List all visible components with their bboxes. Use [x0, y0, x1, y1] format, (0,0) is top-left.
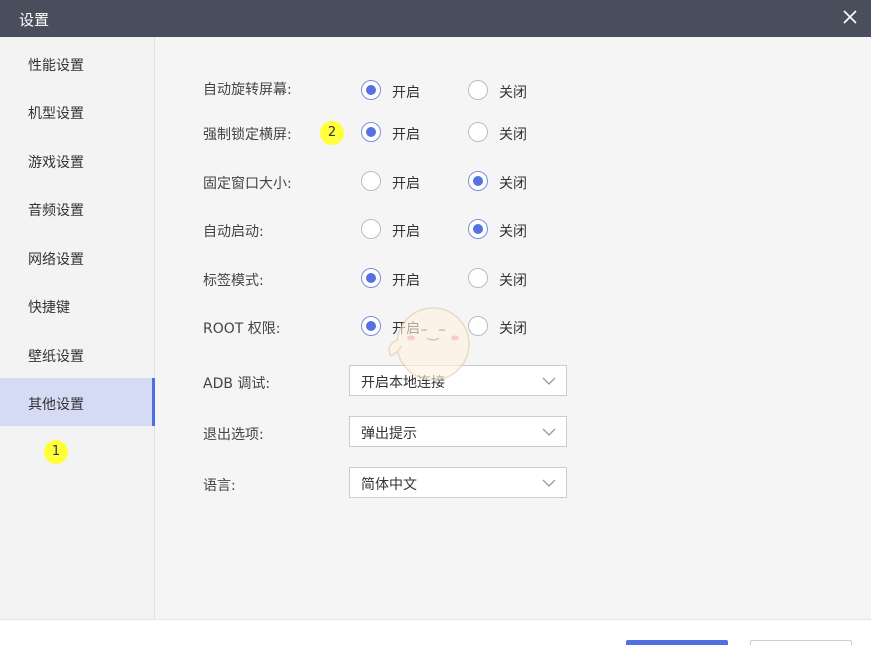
sidebar-item-game[interactable]: 游戏设置: [0, 136, 155, 184]
window-title: 设置: [19, 11, 50, 29]
sidebar-item-audio[interactable]: 音频设置: [0, 184, 155, 232]
cancel-button[interactable]: [750, 640, 852, 645]
mascot-sticker-icon: [388, 307, 470, 381]
chevron-down-icon: [542, 428, 556, 436]
sidebar-item-other[interactable]: 其他设置: [0, 378, 155, 426]
close-icon[interactable]: [839, 6, 861, 28]
tab-mode-off-radio[interactable]: [468, 268, 488, 288]
language-label: 语言:: [203, 478, 236, 494]
tab-mode-on-label: 开启: [392, 273, 420, 289]
confirm-button[interactable]: [626, 640, 728, 645]
auto-start-label: 自动启动:: [203, 224, 264, 240]
sidebar-item-label: 其他设置: [28, 397, 84, 413]
force-landscape-off-label: 关闭: [499, 127, 527, 143]
force-landscape-off-radio[interactable]: [468, 122, 488, 142]
force-landscape-on-radio[interactable]: [361, 122, 381, 142]
root-permission-on-radio[interactable]: [361, 316, 381, 336]
sidebar-item-performance[interactable]: 性能设置: [0, 39, 155, 87]
auto-rotate-label: 自动旋转屏幕:: [203, 82, 292, 98]
sidebar-item-network[interactable]: 网络设置: [0, 233, 155, 281]
auto-start-on-radio[interactable]: [361, 219, 381, 239]
sidebar-item-device-model[interactable]: 机型设置: [0, 87, 155, 135]
auto-rotate-on-radio[interactable]: [361, 80, 381, 100]
sidebar-item-label: 机型设置: [28, 106, 84, 122]
exit-option-select[interactable]: 弹出提示: [349, 416, 567, 447]
root-permission-off-label: 关闭: [499, 321, 527, 337]
force-landscape-on-label: 开启: [392, 127, 420, 143]
root-permission-label: ROOT 权限:: [203, 321, 281, 337]
chevron-down-icon: [542, 377, 556, 385]
title-bar: 设置: [0, 0, 871, 37]
force-landscape-label: 强制锁定横屏:: [203, 127, 292, 143]
tab-mode-on-radio[interactable]: [361, 268, 381, 288]
sidebar-item-label: 游戏设置: [28, 155, 84, 171]
fixed-window-size-off-radio[interactable]: [468, 171, 488, 191]
auto-start-on-label: 开启: [392, 224, 420, 240]
auto-rotate-off-label: 关闭: [499, 85, 527, 101]
tab-mode-off-label: 关闭: [499, 273, 527, 289]
sidebar-item-shortcuts[interactable]: 快捷键: [0, 281, 155, 329]
sidebar-item-label: 网络设置: [28, 252, 84, 268]
sidebar-item-label: 快捷键: [28, 300, 70, 316]
exit-option-value: 弹出提示: [361, 426, 417, 442]
fixed-window-size-off-label: 关闭: [499, 176, 527, 192]
language-select[interactable]: 简体中文: [349, 467, 567, 498]
auto-start-off-label: 关闭: [499, 224, 527, 240]
chevron-down-icon: [542, 479, 556, 487]
fixed-window-size-label: 固定窗口大小:: [203, 176, 292, 192]
adb-debug-label: ADB 调试:: [203, 376, 271, 392]
step-badge-2: 2: [320, 121, 344, 145]
language-value: 简体中文: [361, 477, 417, 493]
sidebar-item-label: 性能设置: [28, 58, 84, 74]
auto-rotate-on-label: 开启: [392, 85, 420, 101]
sidebar-item-wallpaper[interactable]: 壁纸设置: [0, 330, 155, 378]
tab-mode-label: 标签模式:: [203, 273, 264, 289]
auto-rotate-off-radio[interactable]: [468, 80, 488, 100]
settings-sidebar: 性能设置 机型设置 游戏设置 音频设置 网络设置 快捷键 壁纸设置 其他设置: [0, 37, 155, 619]
exit-option-label: 退出选项:: [203, 427, 264, 443]
auto-start-off-radio[interactable]: [468, 219, 488, 239]
sidebar-item-label: 壁纸设置: [28, 349, 84, 365]
dialog-footer: [0, 619, 871, 645]
sidebar-item-label: 音频设置: [28, 203, 84, 219]
fixed-window-size-on-radio[interactable]: [361, 171, 381, 191]
step-badge-1: 1: [44, 440, 68, 464]
fixed-window-size-on-label: 开启: [392, 176, 420, 192]
